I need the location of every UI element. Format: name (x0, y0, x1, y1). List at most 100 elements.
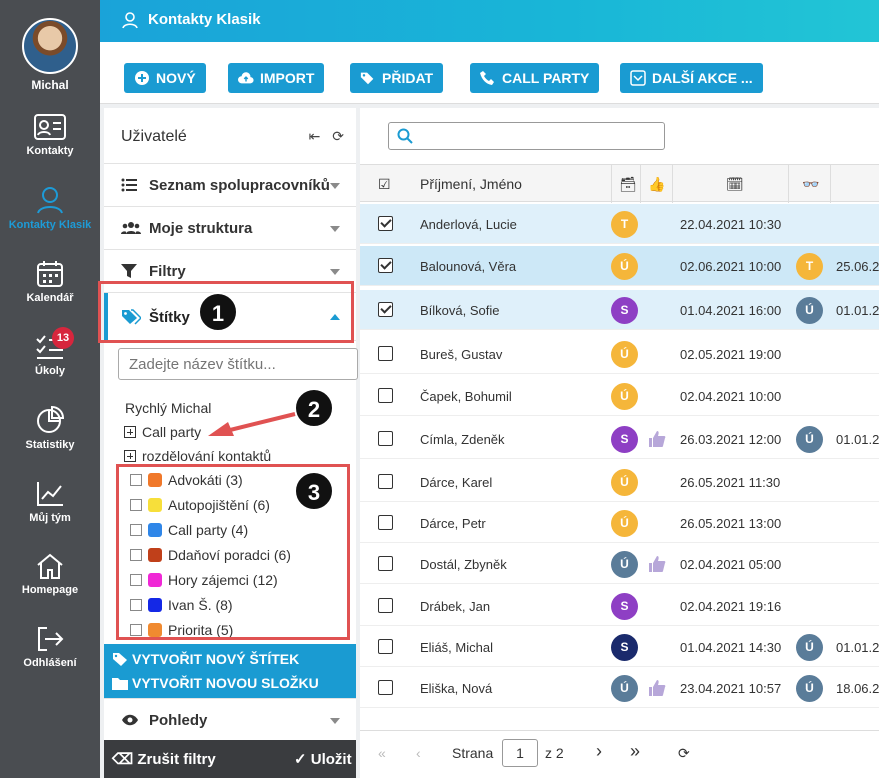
rail-item-kontakty[interactable]: Kontakty (0, 113, 100, 157)
table-row[interactable]: Bílková, Sofie S 01.04.2021 16:00 Ú 01.01.2 (360, 290, 879, 330)
tree-folder-rozdelovani[interactable]: rozdělování kontaktů (124, 448, 271, 464)
contact-name[interactable]: Dárce, Petr (420, 516, 486, 531)
section-structure[interactable]: Moje struktura (104, 207, 356, 250)
new-button[interactable]: NOVÝ (124, 63, 206, 93)
activity-date: 26.05.2021 13:00 (680, 516, 782, 531)
section-views[interactable]: Pohledy (104, 698, 356, 740)
cloud-upload-icon (238, 72, 254, 84)
last-page-icon[interactable]: » (630, 741, 640, 762)
rail-item-kontakty-klasik[interactable]: Kontakty Klasik (0, 185, 100, 231)
rail-item-statistiky[interactable]: Statistiky (0, 405, 100, 451)
expand-icon[interactable] (124, 450, 136, 462)
create-folder-button[interactable]: VYTVOŘIT NOVOU SLOŽKU (112, 675, 319, 691)
table-row[interactable]: Eliška, Nová Ú 23.04.2021 10:57 Ú 18.06.2 (360, 668, 879, 708)
row-checkbox[interactable] (378, 474, 393, 489)
page-number-input[interactable]: 1 (502, 739, 538, 767)
clear-filters-button[interactable]: ⌫ Zrušit filtry (112, 750, 216, 768)
import-button[interactable]: IMPORT (228, 63, 325, 93)
activity-date: 02.06.2021 10:00 (680, 259, 782, 274)
rail-label: Můj tým (29, 512, 71, 524)
rail-item-kalendar[interactable]: Kalendář (0, 260, 100, 304)
status-badge: S (611, 593, 638, 620)
briefcase-clock-icon[interactable]: 🗃 (619, 176, 637, 193)
rail-item-ukoly[interactable]: 13 Úkoly (0, 327, 100, 377)
row-checkbox[interactable] (378, 388, 393, 403)
tag-name-input[interactable] (118, 348, 358, 380)
prev-page-icon[interactable]: ‹ (416, 745, 421, 761)
contact-name[interactable]: Dostál, Zbyněk (420, 557, 507, 572)
first-page-icon[interactable]: « (378, 745, 386, 761)
rail-item-muj-tym[interactable]: Můj tým (0, 480, 100, 524)
contact-name[interactable]: Anderlová, Lucie (420, 217, 517, 232)
create-tag-button[interactable]: VYTVOŘIT NOVÝ ŠTÍTEK (112, 651, 299, 667)
activity-date: 02.04.2021 05:00 (680, 557, 782, 572)
user-profile[interactable]: Michal (0, 18, 100, 92)
next-page-icon[interactable]: › (596, 741, 602, 762)
select-all-checkbox[interactable]: ☑ (378, 176, 391, 193)
contact-name[interactable]: Bílková, Sofie (420, 303, 500, 318)
status-badge: Ú (611, 341, 638, 368)
views-label: Pohledy (149, 712, 208, 729)
thumbs-up-icon[interactable]: 👍 (648, 176, 665, 193)
contact-name[interactable]: Dárce, Karel (420, 475, 492, 490)
table-row[interactable]: Dostál, Zbyněk Ú 02.04.2021 05:00 (360, 544, 879, 584)
contact-name[interactable]: Címla, Zdeněk (420, 432, 505, 447)
column-divider (611, 165, 612, 203)
contact-name[interactable]: Bureš, Gustav (420, 347, 502, 362)
activity-date: 26.05.2021 11:30 (680, 475, 781, 490)
contact-name[interactable]: Čapek, Bohumil (420, 389, 512, 404)
create-folder-label: VYTVOŘIT NOVOU SLOŽKU (132, 675, 319, 691)
table-row[interactable]: Bureš, Gustav Ú 02.05.2021 19:00 (360, 334, 879, 374)
row-checkbox[interactable] (378, 598, 393, 613)
row-checkbox[interactable] (378, 431, 393, 446)
filter-actions: ⌫ Zrušit filtry ✓ Uložit (104, 740, 356, 778)
expand-icon[interactable] (124, 426, 136, 438)
table-row[interactable]: Dárce, Karel Ú 26.05.2021 11:30 (360, 462, 879, 502)
contact-name[interactable]: Eliáš, Michal (420, 640, 493, 655)
more-actions-button[interactable]: DALŠÍ AKCE ... (620, 63, 763, 93)
rail-item-homepage[interactable]: Homepage (0, 552, 100, 596)
table-row[interactable]: Címla, Zdeněk S 26.03.2021 12:00 Ú 01.01.2 (360, 419, 879, 459)
table-row[interactable]: Eliáš, Michal S 01.04.2021 14:30 Ú 01.01.2 (360, 627, 879, 667)
grid-search-input[interactable] (388, 122, 665, 150)
row-checkbox[interactable] (378, 258, 393, 273)
users-icon (121, 222, 141, 234)
table-row[interactable]: Drábek, Jan S 02.04.2021 19:16 (360, 586, 879, 626)
table-row[interactable]: Balounová, Věra Ú 02.06.2021 10:00 T 25.06.2 (360, 246, 879, 286)
contact-name[interactable]: Eliška, Nová (420, 681, 492, 696)
avatar[interactable] (22, 18, 78, 74)
calendar-check-icon[interactable]: 🗓 (726, 176, 744, 193)
refresh-icon[interactable]: ⟳ (678, 745, 690, 762)
row-checkbox[interactable] (378, 556, 393, 571)
add-tag-button[interactable]: PŘIDAT (350, 63, 444, 93)
row-checkbox[interactable] (378, 216, 393, 231)
call-party-button[interactable]: CALL PARTY (470, 63, 600, 93)
status-badge: Ú (796, 634, 823, 661)
activity-date-2: 01.01.2 (836, 432, 879, 447)
row-checkbox[interactable] (378, 680, 393, 695)
section-coworkers[interactable]: Seznam spolupracovníků (104, 164, 356, 207)
row-checkbox[interactable] (378, 639, 393, 654)
contact-name[interactable]: Balounová, Věra (420, 259, 516, 274)
rail-item-odhlaseni[interactable]: Odhlášení (0, 625, 100, 669)
eraser-icon: ⌫ (112, 751, 134, 768)
status-badge: S (611, 297, 638, 324)
folder-label: Call party (142, 424, 202, 440)
row-checkbox[interactable] (378, 346, 393, 361)
column-name-header[interactable]: Příjmení, Jméno (420, 176, 522, 192)
column-divider (640, 165, 641, 203)
row-checkbox[interactable] (378, 302, 393, 317)
tree-folder-call-party[interactable]: Call party (124, 424, 201, 440)
status-badge: Ú (611, 510, 638, 537)
rail-label: Odhlášení (23, 657, 77, 669)
glasses-icon[interactable]: 👓 (802, 176, 819, 193)
save-filter-button[interactable]: ✓ Uložit (294, 750, 352, 768)
contact-name[interactable]: Drábek, Jan (420, 599, 490, 614)
table-row[interactable]: Anderlová, Lucie T 22.04.2021 10:30 (360, 204, 879, 244)
rail-label: Kontakty (26, 145, 74, 157)
tree-root[interactable]: Rychlý Michal (125, 400, 211, 416)
collapse-refresh-icons[interactable]: ⇤ ⟳ (309, 128, 348, 145)
table-row[interactable]: Dárce, Petr Ú 26.05.2021 13:00 (360, 503, 879, 543)
table-row[interactable]: Čapek, Bohumil Ú 02.04.2021 10:00 (360, 376, 879, 416)
row-checkbox[interactable] (378, 515, 393, 530)
